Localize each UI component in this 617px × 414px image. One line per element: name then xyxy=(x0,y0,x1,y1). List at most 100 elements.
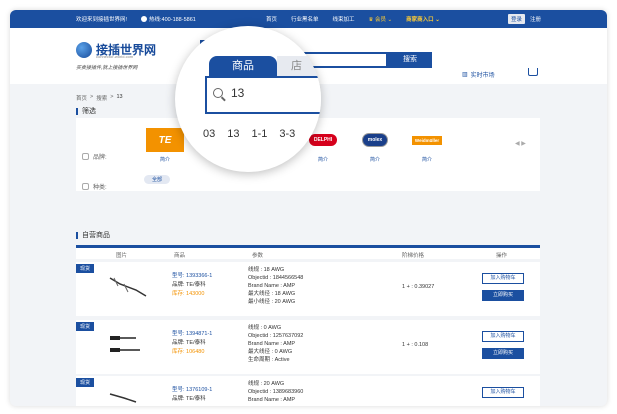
magnified-tab-goods[interactable]: 商品 xyxy=(209,56,277,76)
product-brand: 品牌: TE/泰科 xyxy=(172,396,206,402)
brand-intro-link[interactable]: 简介 xyxy=(146,156,184,163)
breadcrumb: 首页 > 搜索 > 13 xyxy=(76,94,123,102)
product-price: 1 + : 0.39027 xyxy=(402,284,435,290)
add-to-cart-button[interactable]: 加入购物车 xyxy=(482,387,524,398)
product-model[interactable]: 型号: 1394871-1 xyxy=(172,330,212,339)
param-line: 最大线径 : 0 AWG xyxy=(248,349,293,355)
col-price: 阶梯价格 xyxy=(402,253,425,259)
param-line: Brand Name : AMP xyxy=(248,283,296,289)
brand-logo: Weidmüller xyxy=(408,128,446,152)
product-row: 现货 型号: 1393366-1 品牌: TE/泰科 库存: 143000 线规… xyxy=(76,262,540,316)
filter-title: 筛选 xyxy=(76,108,96,115)
browser-frame: 欢迎来到接插世界网! 热线:400-188-5861 首页 行业黑名单 线束加工… xyxy=(10,10,607,406)
products-title: 自营商品 xyxy=(76,232,110,239)
nav-member[interactable]: ♛ 会员 ⌄ xyxy=(369,15,393,23)
param-line: Brand Name : AMP xyxy=(248,341,296,347)
search-icon xyxy=(213,88,223,98)
product-stock: 库存: 106480 xyxy=(172,349,205,355)
buy-now-button[interactable]: 立即购买 xyxy=(482,290,524,301)
type-label: 种类: xyxy=(93,185,107,191)
nav-home[interactable]: 首页 xyxy=(266,15,277,23)
suggestion-item[interactable]: 3-3 xyxy=(279,128,295,140)
search-button[interactable]: 搜索 xyxy=(388,52,432,68)
product-image[interactable] xyxy=(106,330,150,358)
brand-te[interactable]: TE 简介 xyxy=(146,128,184,166)
document-icon xyxy=(82,183,89,190)
register-link[interactable]: 注册 xyxy=(530,15,541,23)
diamond-icon xyxy=(82,153,89,160)
product-image[interactable] xyxy=(106,272,150,300)
nav-business-entry[interactable]: 商家商入口 ⌄ xyxy=(406,15,440,23)
logo-url: connector-world.com xyxy=(96,54,134,59)
product-info: 型号: 1376109-1 品牌: TE/泰科 xyxy=(172,386,212,404)
product-params: 线规 : 18 AWG Objectid : 1844566548 Brand … xyxy=(248,266,303,306)
site-logo[interactable]: 接插世界网 connector-world.com 买卖接插件,就上接插世界网 xyxy=(76,40,156,80)
suggestion-item[interactable]: 03 xyxy=(203,128,215,140)
breadcrumb-current: 13 xyxy=(116,94,123,100)
brand-intro-link[interactable]: 简介 xyxy=(408,156,446,163)
brand-intro-link[interactable]: 简介 xyxy=(356,156,394,163)
brand-intro-link[interactable]: 简介 xyxy=(304,156,342,163)
brand-logo: molex xyxy=(356,128,394,152)
suggestion-item[interactable]: 13 xyxy=(227,128,239,140)
col-goods: 商品 xyxy=(174,253,186,259)
brand-logo: TE xyxy=(146,128,184,152)
buy-now-button[interactable]: 立即购买 xyxy=(482,348,524,359)
brand-molex[interactable]: molex 简介 xyxy=(356,128,394,166)
param-line: Objectid : 1389683960 xyxy=(248,389,304,395)
param-line: Objectid : 1257637092 xyxy=(248,333,304,339)
product-params: 线规 : 20 AWG Objectid : 1389683960 Brand … xyxy=(248,380,303,404)
param-line: 最小线径 : 20 AWG xyxy=(248,299,296,305)
hotline: 热线:400-188-5861 xyxy=(141,15,196,23)
brand-carousel-arrows[interactable]: ◀ ▶ xyxy=(515,140,526,147)
product-info: 型号: 1393366-1 品牌: TE/泰科 库存: 143000 xyxy=(172,272,212,299)
welcome-text: 欢迎来到接插世界网! xyxy=(76,17,128,23)
magnified-query: 13 xyxy=(231,86,245,100)
phone-icon xyxy=(141,16,148,22)
product-params: 线规 : 0 AWG Objectid : 1257637092 Brand N… xyxy=(248,324,303,364)
type-label-row: 种类: xyxy=(82,182,107,191)
breadcrumb-search[interactable]: 搜索 xyxy=(96,94,107,102)
product-image[interactable] xyxy=(106,386,150,406)
col-image: 图片 xyxy=(116,253,128,259)
param-line: 线规 : 0 AWG xyxy=(248,325,282,331)
cart-icon[interactable] xyxy=(528,68,538,76)
param-line: Brand Name : AMP xyxy=(248,397,296,403)
product-model[interactable]: 型号: 1393366-1 xyxy=(172,272,212,281)
breadcrumb-home[interactable]: 首页 xyxy=(76,94,87,102)
product-info: 型号: 1394871-1 品牌: TE/泰科 库存: 106480 xyxy=(172,330,212,357)
type-all-tag[interactable]: 全部 xyxy=(144,175,171,184)
param-line: 生命周期 : Active xyxy=(248,357,290,363)
product-brand: 品牌: TE/泰科 xyxy=(172,340,206,346)
globe-icon xyxy=(76,42,92,58)
param-line: Objectid : 1844566548 xyxy=(248,275,304,281)
suggestion-item[interactable]: 1-1 xyxy=(252,128,268,140)
top-bar: 欢迎来到接插世界网! 热线:400-188-5861 首页 行业黑名单 线束加工… xyxy=(10,10,607,28)
login-link[interactable]: 登录 xyxy=(508,14,526,24)
add-to-cart-button[interactable]: 加入购物车 xyxy=(482,273,524,284)
magnified-tab-shops[interactable]: 店 xyxy=(277,56,321,76)
magnifier-callout: 商品 店 13 03 13 1-1 3-3 xyxy=(175,26,321,172)
chart-icon: ▥ xyxy=(462,72,468,78)
stock-badge: 现货 xyxy=(76,322,95,331)
hotline-text: 热线:400-188-5861 xyxy=(149,17,196,23)
col-params: 参数 xyxy=(252,253,264,259)
brand-weidmuller[interactable]: Weidmüller 简介 xyxy=(408,128,446,166)
realtime-market-link[interactable]: ▥ 实时市场 xyxy=(462,70,495,79)
param-line: 线规 : 20 AWG xyxy=(248,381,285,387)
breadcrumb-separator: > xyxy=(110,94,114,100)
market-label: 实时市场 xyxy=(470,73,495,79)
product-price: 1 + : 0.108 xyxy=(402,342,429,348)
brand-label: 品牌: xyxy=(93,155,107,161)
brand-label-row: 品牌: xyxy=(82,152,107,161)
nav-blacklist[interactable]: 行业黑名单 xyxy=(291,15,319,23)
col-actions: 操作 xyxy=(496,253,508,259)
search-suggestions: 03 13 1-1 3-3 xyxy=(203,128,295,140)
nav-harness[interactable]: 线束加工 xyxy=(333,15,355,23)
product-model[interactable]: 型号: 1376109-1 xyxy=(172,386,212,395)
product-brand: 品牌: TE/泰科 xyxy=(172,282,206,288)
add-to-cart-button[interactable]: 加入购物车 xyxy=(482,331,524,342)
breadcrumb-separator: > xyxy=(90,94,94,100)
stock-badge: 现货 xyxy=(76,378,95,387)
stock-badge: 现货 xyxy=(76,264,95,273)
